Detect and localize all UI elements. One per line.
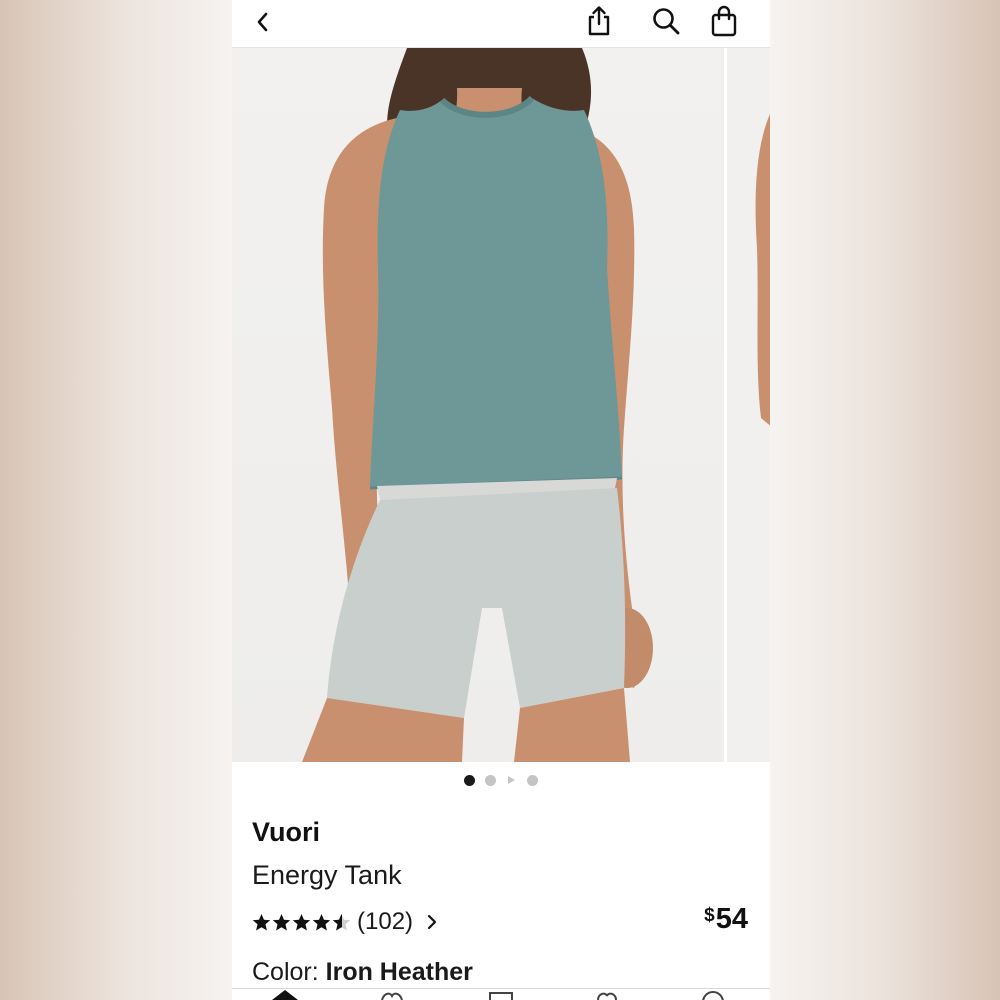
product-name: Energy Tank <box>252 860 402 890</box>
half-star-icon <box>332 913 351 930</box>
model-illustration <box>302 48 653 762</box>
back-button[interactable] <box>248 8 276 36</box>
pagination-dot[interactable] <box>527 774 538 786</box>
tab-bar-divider <box>232 988 770 989</box>
star-icon <box>272 913 291 930</box>
next-product-photo[interactable] <box>724 48 770 762</box>
chevron-right-icon <box>427 914 437 930</box>
brand-name[interactable]: Vuori <box>252 817 320 848</box>
shop-tab-icon[interactable] <box>378 990 404 1000</box>
next-photo-preview <box>755 114 770 426</box>
wishlist-tab-icon[interactable] <box>594 990 620 1000</box>
star-icon <box>292 913 311 930</box>
shopping-bag-icon <box>711 5 737 37</box>
product-page: Vuori Energy Tank (102) $ 54 Color: Iron… <box>232 0 770 1000</box>
color-selection-label: Color: Iron Heather <box>252 958 473 987</box>
star-icon <box>312 913 331 930</box>
pagination-dot-active[interactable] <box>464 774 475 786</box>
carousel-pagination <box>232 770 770 790</box>
video-play-icon[interactable] <box>508 776 515 784</box>
rating-summary[interactable]: (102) <box>252 906 437 938</box>
search-button[interactable] <box>649 4 683 38</box>
share-icon <box>588 6 610 36</box>
chevron-left-icon <box>257 12 268 32</box>
color-label: Color: <box>252 958 319 986</box>
product-photo[interactable] <box>232 48 721 762</box>
star-icon <box>252 913 271 930</box>
review-count: (102) <box>357 908 414 935</box>
home-tab-icon[interactable] <box>272 990 298 1000</box>
search-icon <box>653 8 680 35</box>
bag-button[interactable] <box>707 4 741 38</box>
orders-tab-icon[interactable] <box>488 990 514 1000</box>
pagination-dot[interactable] <box>485 774 496 786</box>
price-amount: 54 <box>715 903 748 935</box>
top-bar <box>232 0 770 48</box>
color-value: Iron Heather <box>325 958 473 986</box>
star-rating <box>252 913 351 932</box>
account-tab-icon[interactable] <box>700 990 726 1000</box>
price: $ 54 <box>704 903 748 936</box>
price-currency: $ <box>704 905 715 926</box>
product-image-carousel[interactable] <box>232 48 770 762</box>
share-button[interactable] <box>582 4 616 38</box>
